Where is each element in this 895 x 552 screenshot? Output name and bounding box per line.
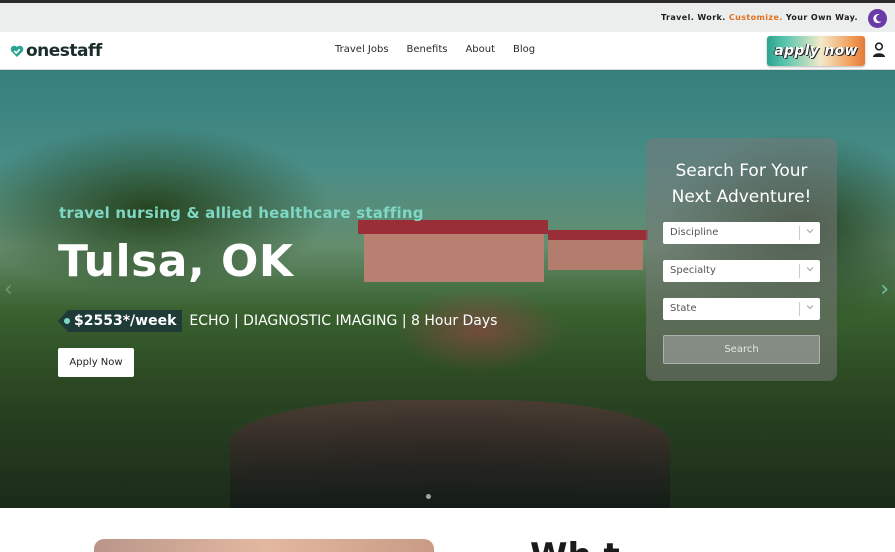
apply-now-header-button[interactable]: apply now [767,36,865,66]
discipline-select[interactable]: Discipline [663,222,820,244]
chevron-down-icon [806,267,814,272]
chevron-down-icon [806,229,814,234]
nav-links: Travel Jobs Benefits About Blog [335,44,535,55]
apply-now-hero-button[interactable]: Apply Now [58,348,134,377]
state-placeholder: State [670,303,697,314]
nav-link-benefits[interactable]: Benefits [407,44,448,55]
discipline-placeholder: Discipline [670,227,719,238]
theme-toggle-button[interactable] [868,9,887,28]
job-search-panel: Search For Your Next Adventure! Discipli… [646,138,837,381]
tagline: Travel. Work. Customize. Your Own Way. [661,13,858,22]
nav-link-about[interactable]: About [465,44,495,55]
logo-text: onestaff [26,41,102,61]
tag-hole-icon [64,318,70,324]
main-navigation: onestaff Travel Jobs Benefits About Blog… [0,32,895,70]
user-icon[interactable] [872,42,886,58]
apply-now-label: apply now [774,43,858,59]
chevron-down-icon [806,305,814,310]
section-heading-partial: Wh t [530,536,660,552]
state-select[interactable]: State [663,298,820,320]
nav-link-travel-jobs[interactable]: Travel Jobs [335,44,389,55]
job-description: ECHO | DIAGNOSTIC IMAGING | 8 Hour Days [189,313,498,329]
hero-subtitle: travel nursing & allied healthcare staff… [59,204,424,222]
hero-section: ‹ › travel nursing & allied healthcare s… [0,70,895,508]
below-fold-section: Wh t [0,508,895,552]
onestaff-logo[interactable]: onestaff [10,41,102,61]
pay-rate-text: $2553*/week [74,313,177,329]
search-button[interactable]: Search [663,335,820,364]
pay-rate-tag: $2553*/week [58,310,183,332]
nav-link-blog[interactable]: Blog [513,44,535,55]
carousel-dot[interactable] [426,494,431,499]
job-details-row: $2553*/week ECHO | DIAGNOSTIC IMAGING | … [58,310,497,332]
tagline-part-3: Your Own Way. [782,13,858,22]
search-title-line-2: Next Adventure! [671,187,812,207]
moon-icon [873,13,882,24]
search-panel-title: Search For Your Next Adventure! [646,158,837,210]
specialty-select[interactable]: Specialty [663,260,820,282]
search-title-line-1: Search For Your [675,161,808,181]
hero-city-title: Tulsa, OK [58,236,294,287]
tagline-part-1: Travel. Work. [661,13,729,22]
tagline-accent: Customize. [728,13,783,22]
carousel-next-arrow[interactable]: › [880,277,889,302]
top-tagline-bar: Travel. Work. Customize. Your Own Way. [0,0,895,32]
carousel-prev-arrow[interactable]: ‹ [4,277,13,302]
heart-check-icon [10,45,24,57]
specialty-placeholder: Specialty [670,265,716,276]
feature-image-card [94,539,434,552]
